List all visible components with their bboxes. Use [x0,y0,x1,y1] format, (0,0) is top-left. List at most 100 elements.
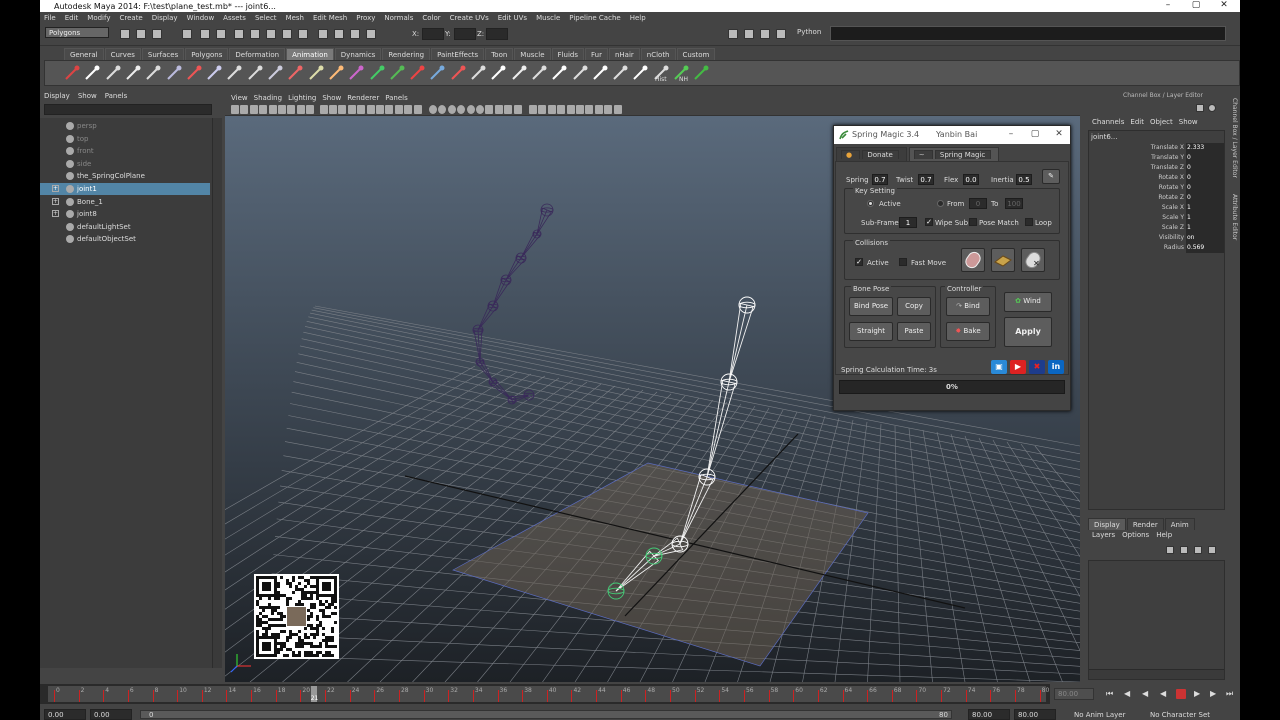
viewport-tool-icon[interactable] [547,105,556,114]
anim-layer-label[interactable]: No Anim Layer [1074,711,1125,719]
maximize-button[interactable]: ▢ [1182,0,1210,12]
outliner-item-defaultlightset[interactable]: defaultLightSet [40,221,210,233]
character-set-label[interactable]: No Character Set [1150,711,1210,719]
attr-value[interactable]: on [1186,233,1224,243]
twist-field[interactable]: 0.7 [918,174,934,185]
history-icon[interactable] [318,29,328,39]
menu-display[interactable]: Display [148,14,183,22]
shelf-insert-joint-icon[interactable] [165,64,183,82]
snap-point-icon[interactable] [282,29,292,39]
from-radio[interactable] [937,200,944,207]
viewport-tool-icon[interactable] [429,105,437,114]
fast-move-checkbox[interactable] [899,258,907,266]
menu-normals[interactable]: Normals [380,14,418,22]
shelf-tab-animation[interactable]: Animation [286,48,334,60]
subframe-field[interactable]: 1 [899,217,917,228]
bilibili-icon[interactable]: ▣ [991,360,1007,374]
viewport-tool-icon[interactable] [329,105,337,114]
attr-value[interactable]: 1 [1186,203,1224,213]
tab-donate[interactable]: ● Donate [836,147,907,161]
menu-window[interactable]: Window [183,14,220,22]
viewport-tool-icon[interactable] [385,105,394,114]
select-object-icon[interactable] [200,29,210,39]
cb-menu-edit[interactable]: Edit [1130,118,1144,126]
shelf-blend-shape-icon[interactable] [449,64,467,82]
z-field[interactable] [486,28,508,40]
sm-minimize-button[interactable]: – [1004,129,1018,139]
anim-start-field[interactable]: 0.00 [44,709,86,720]
save-scene-icon[interactable] [152,29,162,39]
attr-scale-y[interactable]: Scale Y1 [1089,213,1224,223]
menu-select[interactable]: Select [251,14,282,22]
command-line-input[interactable] [830,26,1226,41]
viewport-tool-icon[interactable] [466,105,475,114]
wind-setting-icon-button[interactable]: ✎ [1042,169,1060,184]
shelf-wire-icon[interactable] [408,64,426,82]
collision-active-checkbox[interactable]: ✓ [855,258,863,266]
select-component-icon[interactable] [216,29,226,39]
shelf-cluster-icon[interactable] [368,64,386,82]
viewport-tool-icon[interactable] [438,105,447,114]
shelf-ik-handle-icon[interactable] [83,64,101,82]
menu-color[interactable]: Color [418,14,445,22]
viewport-menu-panels[interactable]: Panels [385,94,408,102]
shelf-aim-icon[interactable] [550,64,568,82]
cb-menu-object[interactable]: Object [1150,118,1173,126]
outliner-item-the-springcolplane[interactable]: the_SpringColPlane [40,170,210,182]
sm-maximize-button[interactable]: ▢ [1028,129,1042,139]
new-layer-icon[interactable] [1166,546,1174,554]
layer-menu-layers[interactable]: Layers [1092,531,1115,539]
step-back-frame-icon[interactable]: ◀ [1142,689,1148,698]
copy-button[interactable]: Copy [897,297,931,316]
viewport-tool-icon[interactable] [566,105,575,114]
linkedin-icon[interactable]: in [1048,360,1064,374]
outliner-item-joint8[interactable]: + joint8 [40,208,210,220]
layer-up-icon[interactable] [1194,546,1202,554]
attr-value[interactable]: 0 [1186,193,1224,203]
shelf-scale-constraint-icon[interactable] [591,64,609,82]
viewport-tool-icon[interactable] [404,105,413,114]
go-to-start-icon[interactable]: ⏮ [1106,689,1113,699]
shelf-orient-joint-icon[interactable] [225,64,243,82]
step-back-key-icon[interactable]: ◀ [1124,689,1130,698]
shelf-snowflake-icon[interactable] [672,64,690,82]
shelf-pole-vector-icon[interactable] [611,64,629,82]
paste-button[interactable]: Paste [897,322,931,341]
viewport-tool-icon[interactable] [538,105,547,114]
shelf-tab-toon[interactable]: Toon [485,48,514,60]
shelf-spring-icon[interactable] [692,64,710,82]
menu-mesh[interactable]: Mesh [282,14,309,22]
python-label[interactable]: Python [797,28,821,36]
snap-grid-icon[interactable] [250,29,260,39]
add-capsule-collider-button[interactable] [961,248,985,272]
menu-modify[interactable]: Modify [83,14,115,22]
to-field[interactable]: 100 [1005,198,1023,209]
shelf-connect-joint-icon[interactable] [246,64,264,82]
viewport-tool-icon[interactable] [413,105,422,114]
bind-pose-button[interactable]: Bind Pose [849,297,893,316]
shelf-orient-icon[interactable] [571,64,589,82]
viewport-menu-shading[interactable]: Shading [254,94,282,102]
shelf-lattice-icon[interactable] [388,64,406,82]
shelf-nh-icon[interactable] [652,64,670,82]
anim-end-field[interactable]: 80.00 [1014,709,1056,720]
cb-help-icon[interactable] [1208,104,1216,112]
minimize-button[interactable]: – [1154,0,1182,12]
menu-assets[interactable]: Assets [219,14,251,22]
attribute-editor-icon[interactable] [744,29,754,39]
menu-file[interactable]: File [40,14,61,22]
sm-close-button[interactable]: ✕ [1052,129,1066,139]
viewport-menu-renderer[interactable]: Renderer [347,94,379,102]
shelf-influence-icon[interactable] [327,64,345,82]
viewport-tool-icon[interactable] [366,105,375,114]
new-scene-icon[interactable] [120,29,130,39]
outliner-menu-panels[interactable]: Panels [105,92,128,100]
viewport-tool-icon[interactable] [457,105,466,114]
play-backward-icon[interactable]: ◀ [1160,689,1166,698]
menu-pipeline-cache[interactable]: Pipeline Cache [565,14,625,22]
close-button[interactable]: ✕ [1210,0,1238,12]
layer-menu-help[interactable]: Help [1156,531,1172,539]
outliner-item-defaultobjectset[interactable]: defaultObjectSet [40,233,210,245]
active-radio[interactable] [867,200,874,207]
spring-field[interactable]: 0.7 [872,174,888,185]
